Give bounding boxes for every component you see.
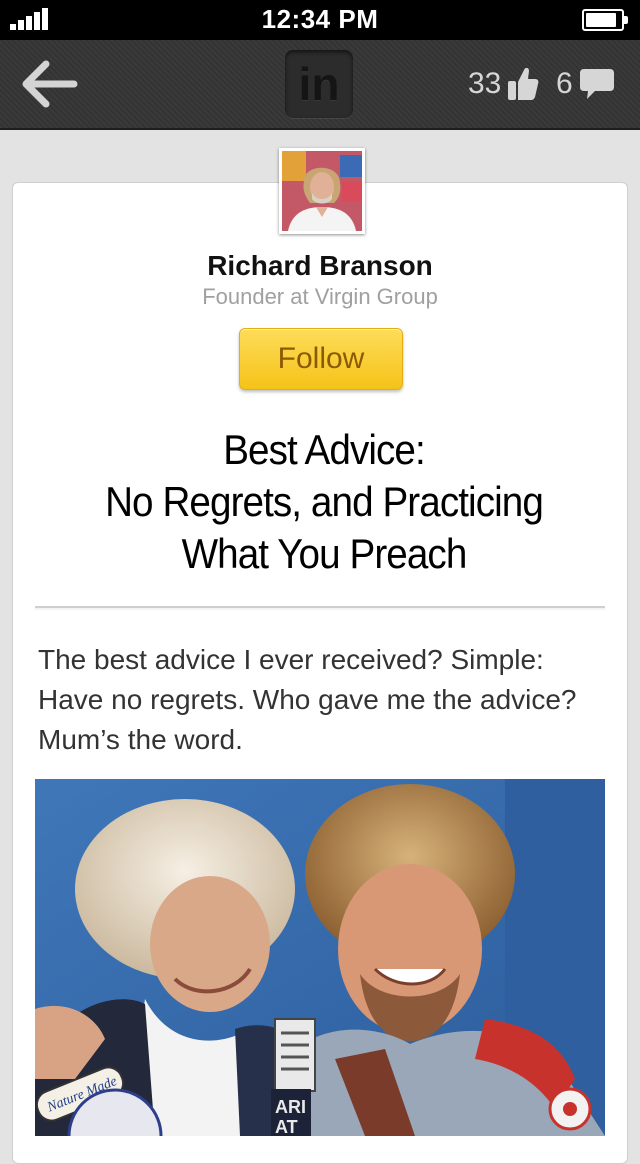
linkedin-logo[interactable]: in (285, 50, 353, 118)
author-title: Founder at Virgin Group (202, 284, 438, 309)
article-photo-image: ARI AT Nature Made (35, 779, 605, 1136)
comments-button[interactable]: 6 (556, 64, 615, 104)
article-photo[interactable]: ARI AT Nature Made (35, 779, 605, 1136)
author-name[interactable]: Richard Branson (0, 250, 640, 282)
article-intro: The best advice I ever received? Simple:… (38, 644, 577, 755)
speech-bubble-icon (579, 69, 614, 99)
thumbs-up-icon (508, 67, 539, 100)
jacket-patch-text: ARI (275, 1097, 306, 1117)
headline-line: Best Advice: (223, 426, 426, 473)
divider (35, 606, 605, 610)
article-headline: Best Advice: No Regrets, and Practicing … (63, 424, 586, 580)
nav-bar: in 33 6 (0, 40, 640, 130)
status-bar: 12:34 PM (0, 0, 640, 40)
likes-button[interactable]: 33 (468, 64, 539, 104)
comments-count: 6 (556, 67, 573, 100)
author-avatar[interactable] (279, 148, 365, 234)
svg-text:AT: AT (275, 1117, 298, 1136)
follow-button[interactable]: Follow (239, 328, 403, 390)
headline-line: What You Preach (181, 530, 468, 577)
likes-count: 33 (468, 67, 502, 100)
author-photo (282, 151, 362, 231)
headline-line: No Regrets, and Practicing (105, 478, 544, 525)
back-arrow-icon (22, 60, 78, 108)
status-time: 12:34 PM (261, 4, 379, 34)
battery-icon (582, 9, 628, 31)
back-button[interactable] (20, 58, 80, 110)
